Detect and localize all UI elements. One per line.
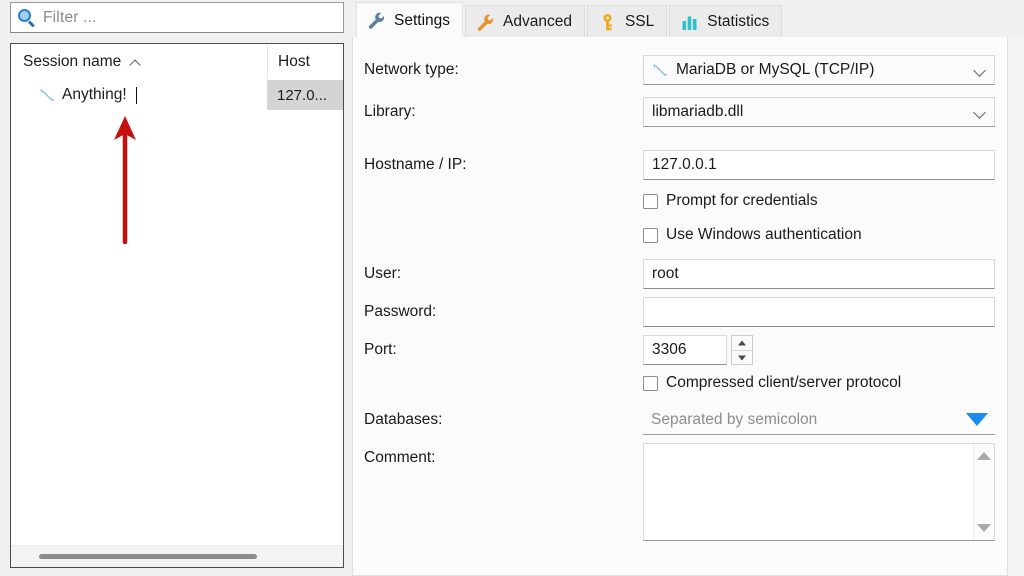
comment-label: Comment:	[364, 449, 436, 466]
text-cursor	[135, 86, 138, 104]
checkbox-box[interactable]	[643, 227, 658, 243]
scroll-up-icon[interactable]	[977, 452, 991, 460]
windows-auth-checkbox[interactable]: Use Windows authentication	[643, 223, 862, 247]
checkbox-box[interactable]	[643, 193, 658, 209]
scrollbar-thumb[interactable]	[39, 554, 257, 559]
chevron-down-icon	[973, 66, 987, 75]
databases-label: Databases:	[364, 411, 443, 428]
field-port: Port: 3306	[353, 335, 1007, 365]
session-host-cell[interactable]: 127.0...	[267, 80, 343, 110]
sort-ascending-icon	[130, 57, 141, 68]
wrench-icon	[367, 11, 386, 30]
wrench-icon	[476, 13, 495, 32]
session-name-cell[interactable]: Anything!	[11, 80, 267, 110]
table-row[interactable]: Anything! 127.0...	[11, 80, 343, 110]
user-label: User:	[364, 265, 402, 282]
port-input[interactable]: 3306	[643, 335, 727, 365]
hostname-input[interactable]: 127.0.0.1	[643, 150, 995, 180]
tab-statistics[interactable]: Statistics	[669, 5, 783, 38]
port-value: 3306	[652, 341, 687, 358]
tab-advanced[interactable]: Advanced	[465, 5, 585, 38]
chevron-up-icon	[738, 340, 746, 346]
tab-ssl[interactable]: SSL	[586, 5, 668, 38]
column-header-host-label: Host	[278, 52, 310, 70]
field-hostname: Hostname / IP: 127.0.0.1	[353, 150, 1007, 180]
library-label: Library:	[364, 103, 416, 120]
field-network-type: Network type: MariaDB or MySQL (TCP/IP)	[353, 55, 1007, 85]
session-manager-window: Filter ... Session name Host Anything! 1…	[0, 0, 1024, 576]
compressed-protocol-checkbox[interactable]: Compressed client/server protocol	[643, 371, 901, 395]
settings-tab-panel: Network type: MariaDB or MySQL (TCP/IP) …	[352, 37, 1008, 576]
tab-strip: Settings Advanced SSL Statistics	[352, 0, 1024, 38]
comment-textarea[interactable]	[643, 443, 995, 541]
port-label: Port:	[364, 341, 397, 358]
field-library: Library: libmariadb.dll	[353, 97, 1007, 127]
session-list-panel: Filter ... Session name Host Anything! 1…	[0, 0, 350, 576]
hostname-label: Hostname / IP:	[364, 156, 467, 173]
port-increment-button[interactable]	[732, 336, 752, 350]
filter-input[interactable]: Filter ...	[10, 2, 344, 33]
user-value: root	[652, 265, 679, 282]
field-databases: Databases: Separated by semicolon	[353, 405, 1007, 435]
chevron-down-icon	[738, 355, 746, 360]
password-label: Password:	[364, 303, 437, 320]
field-compressed-protocol: Compressed client/server protocol	[353, 371, 1007, 397]
chevron-down-icon	[973, 108, 987, 117]
tab-settings[interactable]: Settings	[356, 2, 464, 38]
scroll-down-icon[interactable]	[977, 524, 991, 532]
session-tree[interactable]: Session name Host Anything! 127.0...	[10, 43, 344, 568]
tab-ssl-label: SSL	[624, 13, 655, 30]
filter-placeholder: Filter ...	[43, 8, 97, 26]
user-input[interactable]: root	[643, 259, 995, 289]
search-icon	[18, 8, 36, 27]
field-password: Password:	[353, 297, 1007, 327]
databases-placeholder: Separated by semicolon	[651, 410, 818, 428]
mysql-dolphin-icon	[39, 88, 55, 103]
prompt-credentials-label: Prompt for credentials	[666, 192, 818, 209]
network-type-combobox[interactable]: MariaDB or MySQL (TCP/IP)	[643, 55, 995, 85]
dropdown-arrow-icon[interactable]	[966, 413, 988, 426]
comment-vertical-scrollbar[interactable]	[973, 444, 994, 540]
prompt-credentials-checkbox[interactable]: Prompt for credentials	[643, 189, 818, 213]
network-type-value: MariaDB or MySQL (TCP/IP)	[676, 61, 875, 78]
column-header-session-name[interactable]: Session name	[11, 44, 267, 79]
tab-advanced-label: Advanced	[503, 13, 572, 30]
checkbox-box[interactable]	[643, 375, 658, 391]
session-name-label: Anything!	[62, 86, 127, 103]
field-prompt-credentials: Prompt for credentials	[353, 189, 1007, 215]
windows-auth-label: Use Windows authentication	[666, 226, 862, 243]
comment-value[interactable]	[644, 444, 973, 540]
tab-statistics-label: Statistics	[707, 13, 770, 30]
library-combobox[interactable]: libmariadb.dll	[643, 97, 995, 127]
column-header-session-name-label: Session name	[23, 52, 122, 70]
key-icon	[598, 13, 617, 32]
hostname-value: 127.0.0.1	[652, 156, 717, 173]
horizontal-scrollbar[interactable]	[11, 545, 343, 567]
port-stepper[interactable]: 3306	[643, 335, 753, 365]
column-header-host[interactable]: Host	[267, 44, 343, 79]
network-type-label: Network type:	[364, 61, 459, 78]
tree-rows: Anything! 127.0...	[11, 80, 343, 110]
bar-chart-icon	[680, 13, 699, 32]
databases-combobox[interactable]: Separated by semicolon	[643, 405, 995, 435]
tab-settings-label: Settings	[394, 11, 451, 29]
session-settings-panel: Settings Advanced SSL Statistics Network…	[352, 0, 1024, 576]
field-comment: Comment:	[353, 443, 1007, 543]
compressed-protocol-label: Compressed client/server protocol	[666, 374, 902, 391]
field-user: User: root	[353, 259, 1007, 289]
tree-header: Session name Host	[11, 44, 343, 80]
session-host-label: 127.0...	[277, 86, 328, 104]
port-decrement-button[interactable]	[732, 350, 752, 364]
mysql-dolphin-icon	[652, 63, 668, 78]
password-input[interactable]	[643, 297, 995, 327]
field-windows-auth: Use Windows authentication	[353, 223, 1007, 249]
library-value: libmariadb.dll	[652, 103, 744, 120]
